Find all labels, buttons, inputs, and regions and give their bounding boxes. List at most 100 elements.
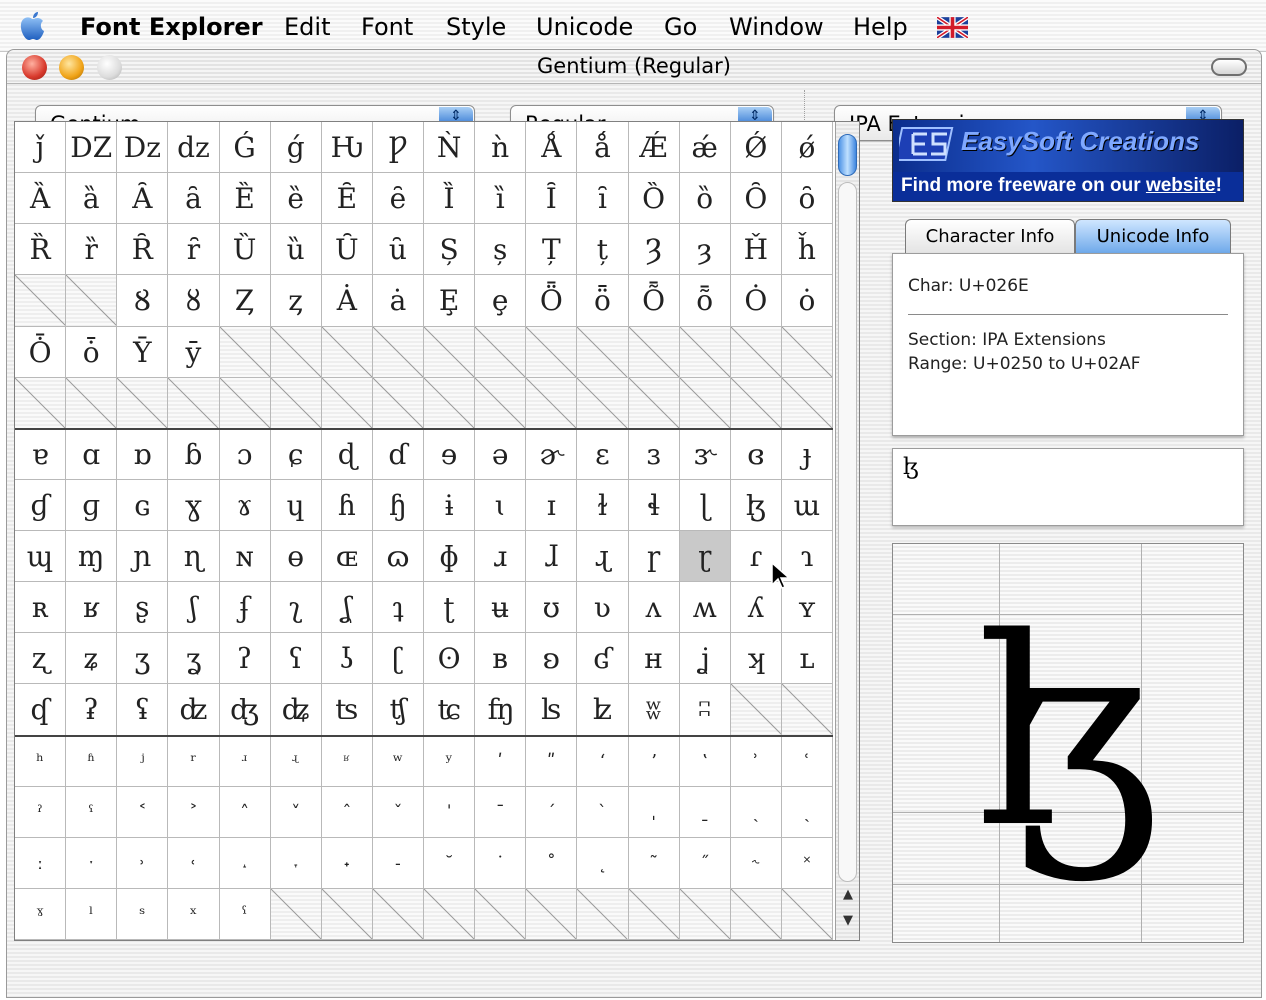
glyph-cell[interactable]: ɤ	[219, 479, 271, 531]
glyph-cell[interactable]: ɼ	[628, 531, 680, 583]
glyph-cell[interactable]: ʳ	[168, 735, 220, 787]
glyph-cell[interactable]: ʇ	[372, 582, 424, 634]
glyph-cell[interactable]: ʻ	[577, 735, 629, 787]
scrollbar-thumb[interactable]	[838, 134, 857, 176]
glyph-cell[interactable]: ɭ	[679, 479, 731, 531]
glyph-cell[interactable]: ɹ	[475, 531, 527, 583]
glyph-cell[interactable]: ʞ	[730, 633, 782, 685]
glyph-cell[interactable]: ȉ	[475, 173, 527, 225]
glyph-cell[interactable]: ʌ	[628, 582, 680, 634]
glyph-cell[interactable]: ɒ	[117, 428, 169, 480]
glyph-cell[interactable]: ˘	[424, 837, 476, 889]
glyph-cell[interactable]: ɳ	[168, 531, 220, 583]
glyph-cell[interactable]: ɝ	[679, 428, 731, 480]
glyph-cell[interactable]: ˌ	[628, 786, 680, 838]
glyph-cell[interactable]: ʽ	[679, 735, 731, 787]
glyph-cell[interactable]: ɛ	[577, 428, 629, 480]
glyph-cell[interactable]: ʈ	[424, 582, 476, 634]
glyph-cell[interactable]: ʖ	[321, 633, 373, 685]
glyph-cell[interactable]: ɥ	[270, 479, 322, 531]
glyph-cell[interactable]: ʦ	[321, 684, 373, 736]
menu-go[interactable]: Go	[664, 13, 697, 41]
glyph-cell[interactable]: ɠ	[15, 479, 67, 531]
glyph-cell[interactable]: ɯ	[781, 479, 833, 531]
easysoft-banner[interactable]: EasySoft Creations Find more freeware on…	[892, 119, 1244, 202]
glyph-cell[interactable]: Ȳ	[117, 326, 169, 378]
glyph-cell[interactable]: Ǿ	[730, 122, 782, 174]
tab-character-info[interactable]: Character Info	[905, 219, 1075, 253]
glyph-cell[interactable]: ɞ	[730, 428, 782, 480]
glyph-cell[interactable]: Ȅ	[219, 173, 271, 225]
glyph-cell[interactable]: ɣ	[168, 479, 220, 531]
glyph-cell[interactable]: ʑ	[66, 633, 118, 685]
scroll-down-arrow-icon[interactable]: ▼	[839, 913, 857, 931]
glyph-cell[interactable]: ˖	[321, 837, 373, 889]
glyph-cell[interactable]: Ȉ	[424, 173, 476, 225]
glyph-cell[interactable]: ʨ	[424, 684, 476, 736]
glyph-cell[interactable]: ș	[475, 224, 527, 276]
glyph-cell[interactable]: Ǽ	[628, 122, 680, 174]
glyph-cell[interactable]: ɦ	[321, 479, 373, 531]
glyph-cell[interactable]: ɻ	[577, 531, 629, 583]
tab-unicode-info[interactable]: Unicode Info	[1075, 219, 1231, 253]
glyph-cell[interactable]: ǻ	[577, 122, 629, 174]
glyph-cell[interactable]: Ǹ	[424, 122, 476, 174]
glyph-cell[interactable]: ˁ	[66, 786, 118, 838]
glyph-cell[interactable]: ɬ	[628, 479, 680, 531]
scroll-up-arrow-icon[interactable]: ▲	[839, 887, 857, 905]
glyph-cell[interactable]: ǲ	[117, 122, 169, 174]
glyph-cell[interactable]: ˇ	[372, 786, 424, 838]
glyph-cell[interactable]: ʰ	[15, 735, 67, 787]
glyph-cell[interactable]: ˕	[270, 837, 322, 889]
glyph-cell[interactable]: ɑ	[66, 428, 118, 480]
glyph-cell[interactable]: ʀ	[15, 582, 67, 634]
glyph-cell[interactable]: ʾ	[730, 735, 782, 787]
glyph-cell[interactable]: ȃ	[168, 173, 220, 225]
glyph-cell[interactable]: Ȟ	[730, 224, 782, 276]
glyph-cell[interactable]: ǿ	[781, 122, 833, 174]
glyph-cell[interactable]: ʅ	[270, 582, 322, 634]
glyph-cell[interactable]: ɓ	[168, 428, 220, 480]
banner-website-link[interactable]: website	[1146, 175, 1216, 196]
glyph-cell[interactable]: ˅	[270, 786, 322, 838]
glyph-cell[interactable]: ȕ	[270, 224, 322, 276]
glyph-cell[interactable]: ɸ	[424, 531, 476, 583]
glyph-cell[interactable]: ˂	[117, 786, 169, 838]
glyph-cell[interactable]: ː	[15, 837, 67, 889]
glyph-cell[interactable]: Ǳ	[66, 122, 118, 174]
glyph-cell[interactable]: ɟ	[781, 428, 833, 480]
glyph-cell[interactable]: Ȃ	[117, 173, 169, 225]
glyph-cell[interactable]: ˢ	[117, 888, 169, 940]
glyph-cell[interactable]: ˡ	[66, 888, 118, 940]
menu-help[interactable]: Help	[853, 13, 908, 41]
glyph-cell[interactable]: Ȝ	[628, 224, 680, 276]
glyph-cell[interactable]: ɽ	[679, 531, 731, 583]
glyph-cell[interactable]: ȱ	[66, 326, 118, 378]
apple-icon[interactable]	[18, 10, 46, 42]
glyph-cell[interactable]: ʜ	[628, 633, 680, 685]
glyph-cell[interactable]: ȑ	[66, 224, 118, 276]
glyph-cell[interactable]: Ȕ	[219, 224, 271, 276]
glyph-cell[interactable]: ɪ	[526, 479, 578, 531]
glyph-cell[interactable]: Ȇ	[321, 173, 373, 225]
glyph-cell[interactable]: ʄ	[219, 582, 271, 634]
glyph-cell[interactable]: ʙ	[475, 633, 527, 685]
glyph-cell[interactable]: ȝ	[679, 224, 731, 276]
glyph-cell[interactable]: ɨ	[424, 479, 476, 531]
glyph-cell[interactable]: ȍ	[679, 173, 731, 225]
glyph-cell[interactable]: Ȱ	[15, 326, 67, 378]
glyph-cell[interactable]: ʪ	[526, 684, 578, 736]
glyph-cell[interactable]: ˞	[730, 837, 782, 889]
glyph-cell[interactable]: ǽ	[679, 122, 731, 174]
glyph-cell[interactable]: ȫ	[577, 275, 629, 327]
glyph-cell[interactable]: ˗	[372, 837, 424, 889]
glyph-cell[interactable]: ʴ	[219, 735, 271, 787]
glyph-cell[interactable]: ʛ	[577, 633, 629, 685]
glyph-cell[interactable]: ʚ	[526, 633, 578, 685]
glyph-cell[interactable]: ʭ	[679, 684, 731, 736]
glyph-cell[interactable]: ɰ	[15, 531, 67, 583]
glyph-cell[interactable]: ʆ	[321, 582, 373, 634]
scrollbar-track[interactable]	[838, 182, 857, 882]
glyph-cell[interactable]: ʬ	[628, 684, 680, 736]
glyph-cell[interactable]: ʺ	[526, 735, 578, 787]
